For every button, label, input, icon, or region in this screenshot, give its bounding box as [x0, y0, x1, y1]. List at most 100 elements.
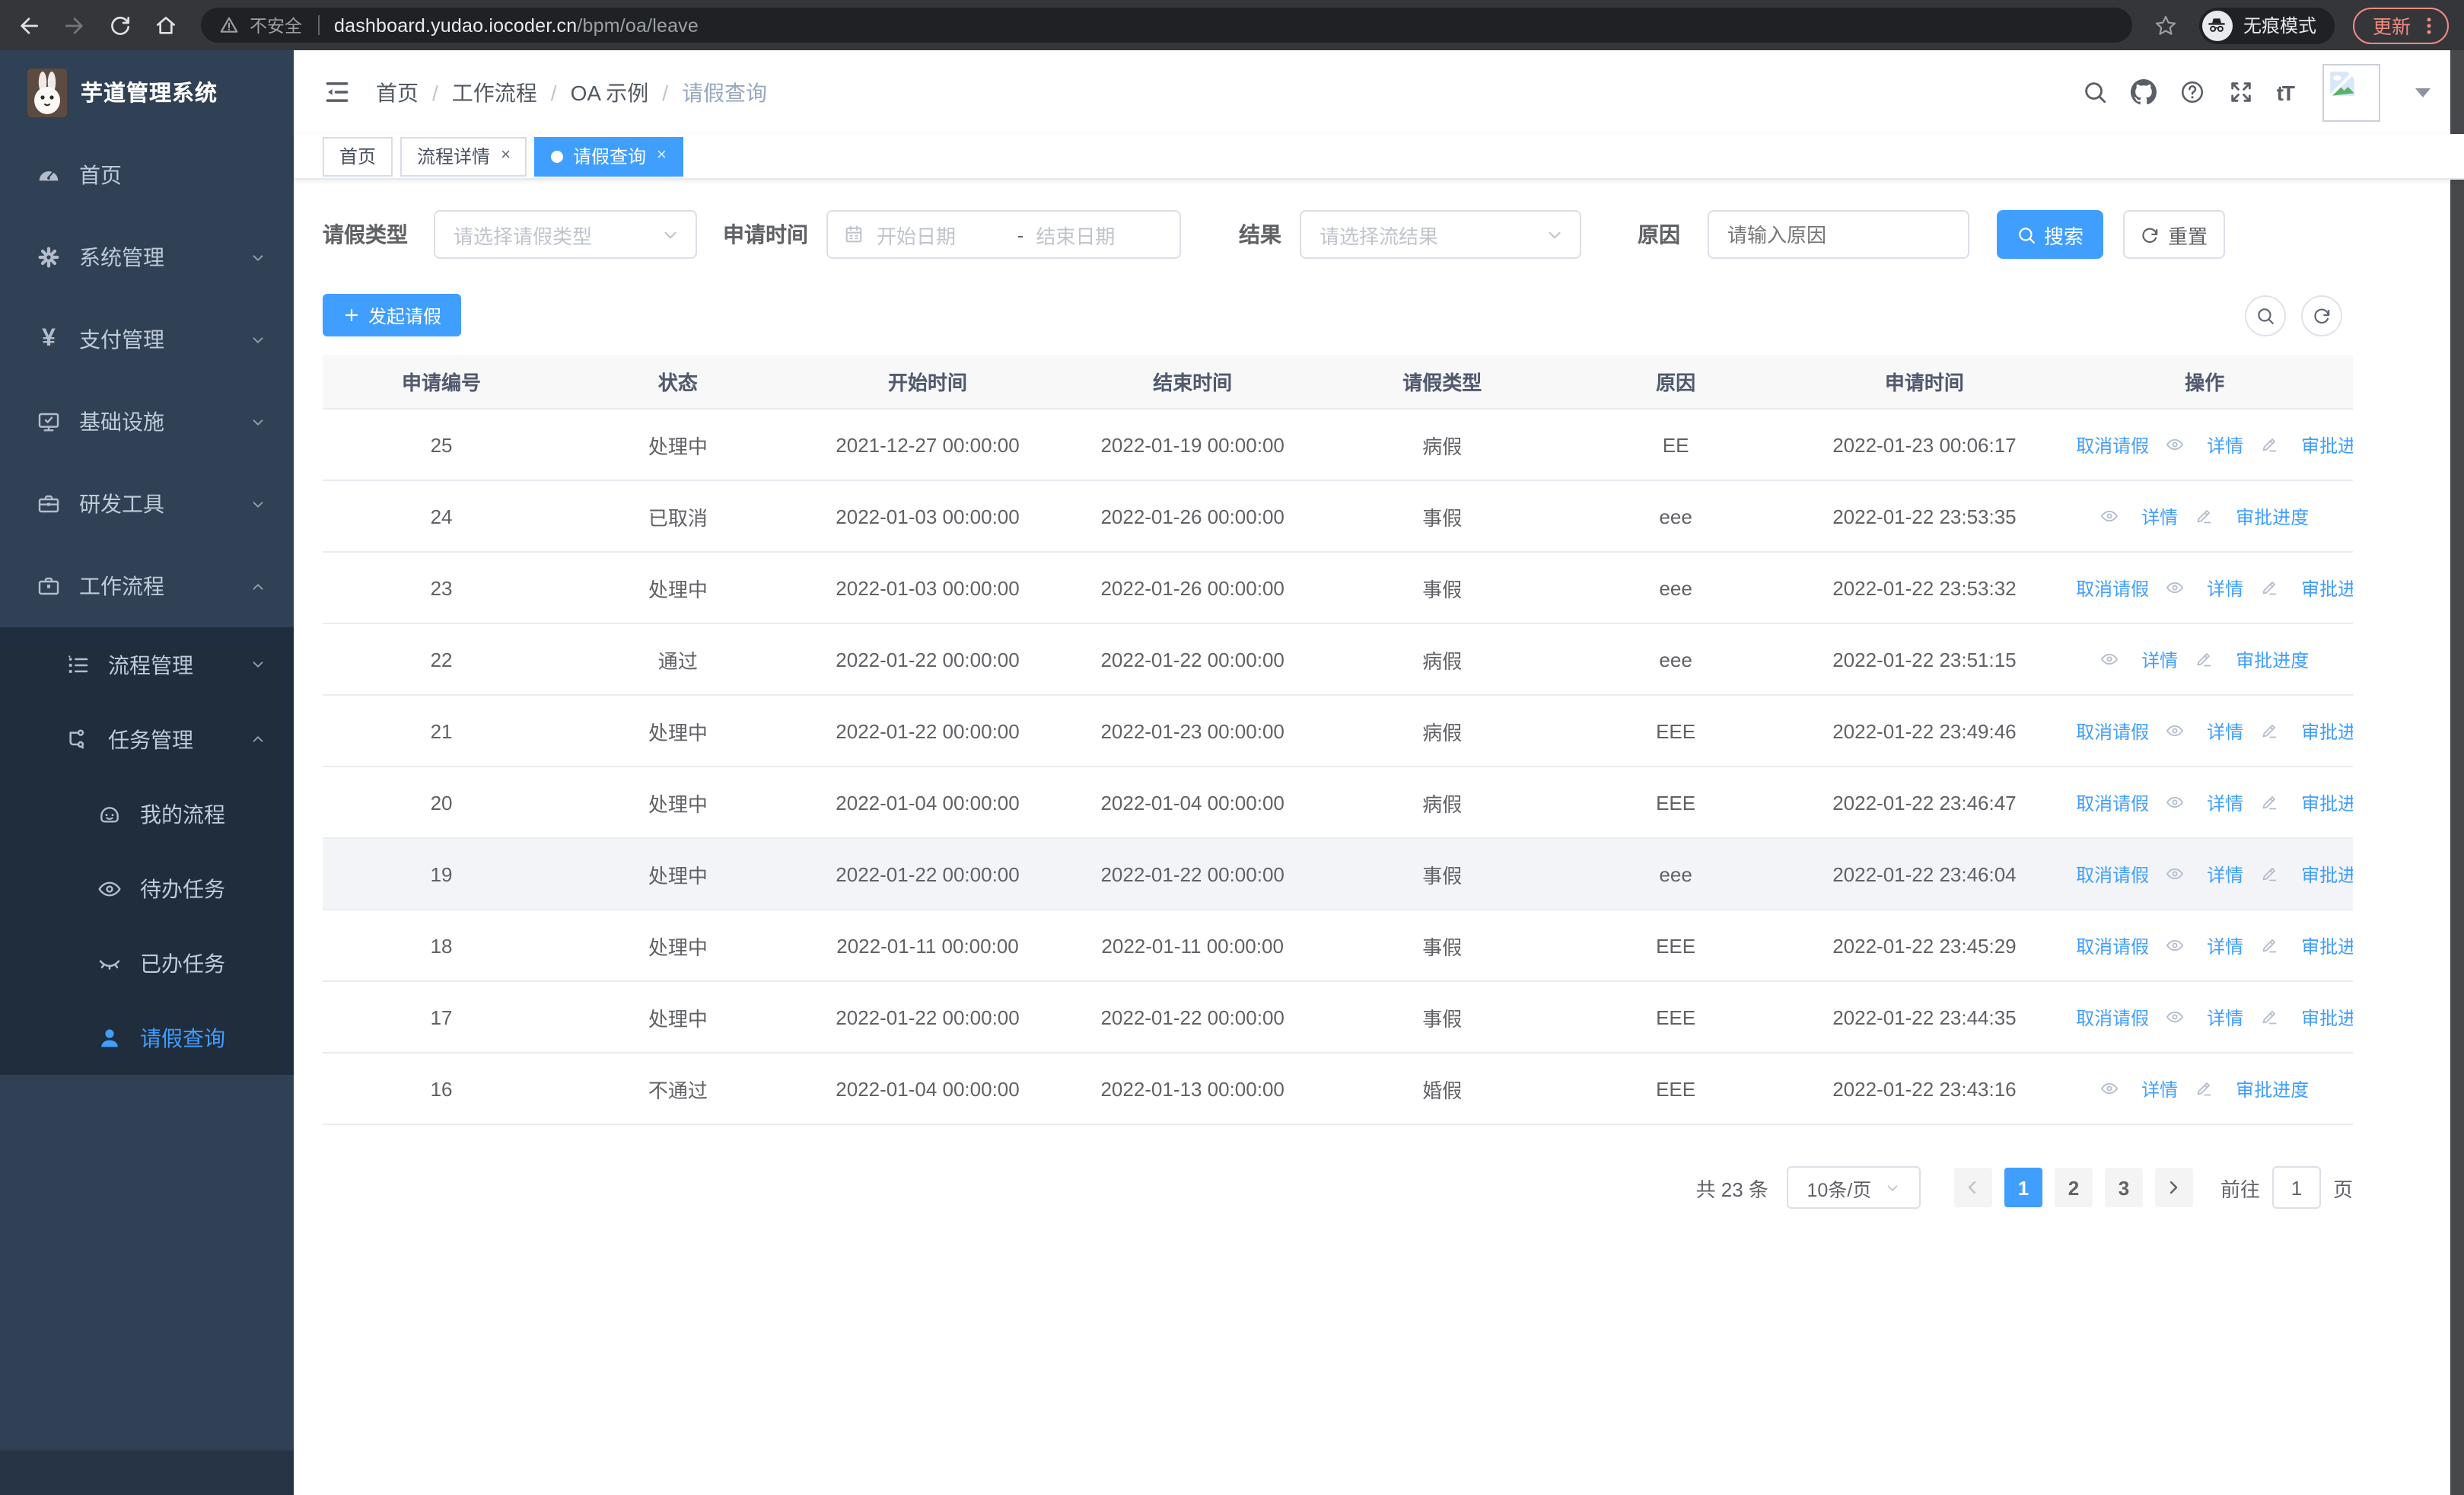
table-row: 22 通过 2022-01-22 00:00:00 2022-01-22 00:00:… [323, 624, 2353, 696]
tab-close-icon[interactable]: × [657, 147, 667, 164]
reason-cell: eee [1659, 862, 1692, 885]
sidebar-item-task-mgmt[interactable]: 任务管理 [0, 702, 294, 776]
goto-page-input[interactable] [2271, 1166, 2321, 1209]
sidebar-item-leave-query[interactable]: 请假查询 [0, 1000, 294, 1075]
end-date-placeholder[interactable]: 结束日期 [1036, 220, 1164, 249]
end-time-cell: 2022-01-13 00:00:00 [1100, 1077, 1285, 1100]
bookmark-star-icon[interactable] [2147, 7, 2184, 43]
action-label: 审批进度 [2236, 506, 2310, 528]
page-button-3[interactable]: 3 [2104, 1168, 2143, 1207]
breadcrumb-item[interactable]: 首页 [376, 77, 419, 107]
action-cancel-link[interactable]: 取消请假 [2056, 575, 2149, 601]
action-progress-link[interactable]: 审批进度 [2260, 432, 2353, 457]
actions-cell: 取消请假 详情 审批进度 [2056, 1004, 2353, 1030]
url-bar[interactable]: 不安全 dashboard.yudao.iocoder.cn/bpm/oa/le… [201, 8, 2132, 43]
avatar-caret-icon[interactable] [2415, 88, 2431, 97]
sidebar-item-workflow[interactable]: 工作流程 [0, 545, 294, 627]
sidebar-item-process-mgmt[interactable]: 流程管理 [0, 627, 294, 702]
reason-cell: EEE [1656, 791, 1696, 814]
action-cancel-link[interactable]: 取消请假 [2056, 861, 2149, 887]
tab-close-icon[interactable]: × [501, 147, 511, 164]
sidebar-item-label: 首页 [79, 163, 122, 187]
action-progress-link[interactable]: 审批进度 [2260, 789, 2353, 815]
sidebar-item-system[interactable]: 系统管理 [0, 216, 294, 298]
sidebar-item-payment[interactable]: ¥ 支付管理 [0, 298, 294, 381]
action-progress-link[interactable]: 审批进度 [2195, 503, 2309, 529]
prev-page-button[interactable] [1953, 1168, 1992, 1207]
filter-form: 请假类型 请选择请假类型 申请时间 开始日期 - 结束日期 结果 请选择流结果 … [323, 210, 2382, 259]
action-label: 审批进度 [2236, 649, 2310, 671]
browser-home-icon[interactable] [146, 5, 186, 45]
browser-menu-icon[interactable] [2418, 14, 2440, 36]
action-progress-link[interactable]: 审批进度 [2260, 718, 2353, 744]
action-detail-link[interactable]: 详情 [2166, 432, 2243, 457]
apply-time-range-picker[interactable]: 开始日期 - 结束日期 [826, 210, 1181, 259]
sidebar-fold-icon[interactable] [323, 78, 352, 107]
refresh-icon [2141, 225, 2160, 244]
start-time-cell: 2022-01-03 00:00:00 [836, 505, 1020, 528]
result-select[interactable]: 请选择流结果 [1300, 210, 1581, 259]
breadcrumb-item[interactable]: 工作流程 [452, 77, 537, 107]
help-icon[interactable] [2179, 79, 2205, 105]
security-warning-icon[interactable] [219, 15, 239, 35]
eye-icon [2166, 435, 2184, 454]
sidebar-item-my-process[interactable]: 我的流程 [0, 776, 294, 851]
page-button-1[interactable]: 1 [2004, 1168, 2042, 1207]
action-detail-link[interactable]: 详情 [2166, 789, 2243, 815]
action-progress-link[interactable]: 审批进度 [2195, 646, 2309, 672]
toggle-search-button[interactable] [2245, 295, 2286, 336]
tab-process-detail[interactable]: 流程详情 × [400, 136, 527, 176]
action-cancel-link[interactable]: 取消请假 [2056, 789, 2149, 815]
start-date-placeholder[interactable]: 开始日期 [877, 220, 1005, 249]
next-page-button[interactable] [2154, 1168, 2193, 1207]
browser-reload-icon[interactable] [100, 5, 140, 45]
action-cancel-link[interactable]: 取消请假 [2056, 432, 2149, 457]
fullscreen-icon[interactable] [2228, 79, 2254, 105]
avatar[interactable] [2322, 63, 2380, 121]
leave-type-select[interactable]: 请选择请假类型 [434, 210, 697, 259]
action-detail-link[interactable]: 详情 [2100, 646, 2178, 672]
action-detail-link[interactable]: 详情 [2166, 575, 2243, 601]
action-label: 详情 [2207, 936, 2244, 957]
create-leave-button[interactable]: 发起请假 [323, 294, 462, 336]
chevron-up-icon [250, 731, 266, 748]
github-icon[interactable] [2130, 79, 2157, 105]
breadcrumb-item[interactable]: OA 示例 [571, 77, 649, 107]
browser-scrollbar[interactable] [2450, 50, 2464, 1495]
action-cancel-link[interactable]: 取消请假 [2056, 932, 2149, 958]
reset-button[interactable]: 重置 [2123, 210, 2225, 259]
action-cancel-link[interactable]: 取消请假 [2056, 1004, 2149, 1030]
sidebar-item-devtools[interactable]: 研发工具 [0, 463, 294, 545]
tab-leave-query[interactable]: 请假查询 × [534, 136, 683, 176]
browser-back-icon[interactable] [9, 5, 49, 45]
page-button-2[interactable]: 2 [2054, 1168, 2093, 1207]
leave-type-cell: 病假 [1422, 435, 1463, 457]
page-size-select[interactable]: 10条/页 [1786, 1166, 1921, 1209]
action-progress-link[interactable]: 审批进度 [2195, 1076, 2309, 1101]
action-detail-link[interactable]: 详情 [2166, 718, 2243, 744]
action-detail-link[interactable]: 详情 [2166, 932, 2243, 958]
refresh-table-button[interactable] [2301, 295, 2342, 336]
font-size-icon[interactable]: tT [2277, 80, 2295, 104]
sidebar-item-todo-task[interactable]: 待办任务 [0, 851, 294, 926]
action-detail-link[interactable]: 详情 [2100, 1076, 2178, 1101]
action-progress-link[interactable]: 审批进度 [2260, 861, 2353, 887]
action-detail-link[interactable]: 详情 [2100, 503, 2178, 529]
header-search-icon[interactable] [2082, 79, 2108, 105]
search-button[interactable]: 搜索 [1997, 210, 2103, 259]
sidebar-item-done-task[interactable]: 已办任务 [0, 926, 294, 1000]
reason-input[interactable] [1727, 212, 1950, 257]
sidebar-item-infra[interactable]: 基础设施 [0, 381, 294, 463]
tab-home[interactable]: 首页 [323, 136, 393, 176]
browser-update-button[interactable]: 更新 [2352, 7, 2449, 43]
action-progress-link[interactable]: 审批进度 [2260, 932, 2353, 958]
action-detail-link[interactable]: 详情 [2166, 861, 2243, 887]
browser-forward-icon[interactable] [55, 5, 94, 45]
action-cancel-link[interactable]: 取消请假 [2056, 718, 2149, 744]
app-logo-row[interactable]: 芋道管理系统 [0, 50, 294, 134]
action-progress-link[interactable]: 审批进度 [2260, 1004, 2353, 1030]
sidebar-item-home[interactable]: 首页 [0, 134, 294, 216]
action-progress-link[interactable]: 审批进度 [2260, 575, 2353, 601]
action-detail-link[interactable]: 详情 [2166, 1004, 2243, 1030]
sidebar-item-label: 系统管理 [79, 245, 164, 269]
